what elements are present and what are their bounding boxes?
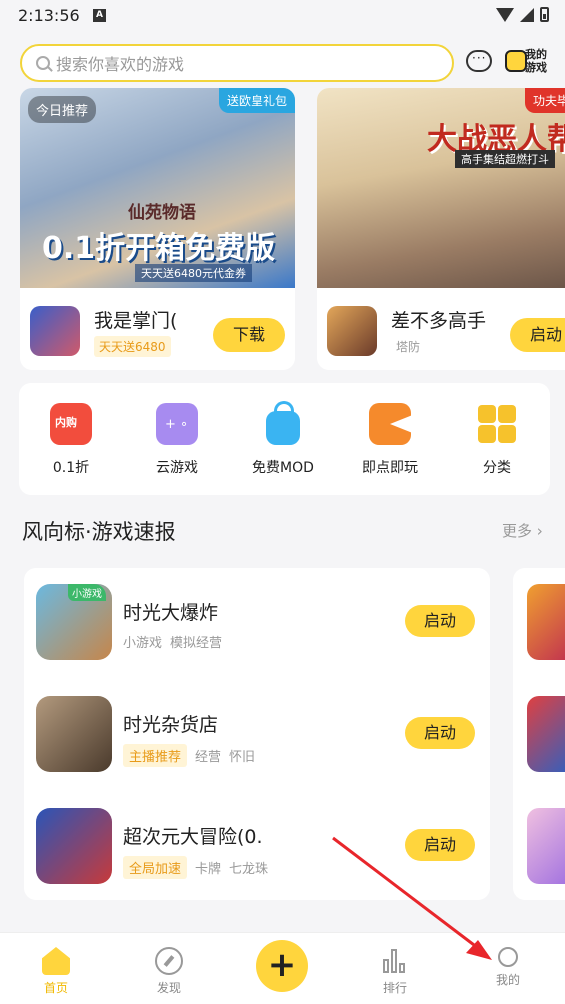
app-name: 我是掌门( — [94, 310, 178, 332]
pacman-icon — [369, 403, 411, 445]
category-label: 分类 — [483, 460, 511, 476]
launch-button[interactable]: 启动 — [510, 318, 565, 352]
game-name: 超次元大冒险(0. — [123, 826, 263, 848]
signal-icon — [520, 7, 534, 22]
profile-icon — [498, 947, 518, 967]
status-indicators — [496, 7, 549, 22]
app-tag: 天天送6480 — [94, 336, 171, 357]
featured-info: 差不多高手 塔防 启动 — [317, 298, 565, 358]
wifi-icon — [496, 7, 514, 22]
game-tags: 全局加速 卡牌 七龙珠 — [123, 856, 268, 879]
search-input[interactable]: 搜索你喜欢的游戏 — [20, 44, 454, 82]
game-icon[interactable] — [36, 808, 112, 884]
featured-banner[interactable]: 今日推荐 送欧皇礼包 仙苑物语 0.1折开箱免费版 天天送6480元代金券 — [20, 88, 295, 288]
launch-button[interactable]: 启动 — [405, 829, 475, 861]
battery-icon — [540, 7, 549, 22]
tab-home[interactable]: 首页 — [16, 947, 96, 996]
app-icon[interactable] — [30, 306, 80, 356]
gift-corner-badge: 送欧皇礼包 — [218, 88, 295, 113]
cloud-gamepad-icon — [156, 403, 198, 445]
category-grid: 内购 0.1折 云游戏 免费MOD 即点即玩 分类 — [19, 383, 550, 495]
search-placeholder: 搜索你喜欢的游戏 — [56, 55, 185, 74]
category-label: 云游戏 — [156, 460, 198, 476]
launch-button[interactable]: 启动 — [405, 605, 475, 637]
launch-button[interactable]: 启动 — [405, 717, 475, 749]
category-label: 即点即玩 — [362, 460, 418, 476]
status-bar: 2:13:56 A — [0, 0, 565, 34]
status-time: 2:13:56 — [18, 6, 80, 25]
game-name: 时光杂货店 — [123, 714, 219, 736]
app-name: 差不多高手 — [391, 310, 487, 332]
game-list-card: 小游戏 时光大爆炸 小游戏 模拟经营 启动 时光杂货店 主播推荐 经营 怀旧 启动 超… — [24, 568, 490, 900]
banner-subtitle: 天天送6480元代金券 — [135, 264, 252, 282]
my-games-label: 我的 游戏 — [525, 48, 547, 74]
list-item[interactable]: 时光杂货店 主播推荐 经营 怀旧 启动 — [24, 680, 490, 780]
search-header: 搜索你喜欢的游戏 我的游戏 — [0, 42, 565, 84]
more-link[interactable]: 更多 › — [502, 520, 543, 541]
featured-banner[interactable]: 功夫毕 大战恶人帮 高手集结超燃打斗 — [317, 88, 565, 288]
search-icon — [36, 56, 50, 70]
section-title: 风向标·游戏速报 — [22, 520, 176, 544]
featured-card[interactable]: 今日推荐 送欧皇礼包 仙苑物语 0.1折开箱免费版 天天送6480元代金券 我是… — [20, 88, 295, 370]
game-icon[interactable] — [36, 696, 112, 772]
ranking-icon — [381, 947, 409, 975]
grid-icon — [476, 403, 518, 445]
category-label: 0.1折 — [52, 460, 90, 476]
banner-title: 0.1折开箱免费版 — [42, 231, 276, 266]
compass-icon — [155, 947, 183, 975]
ticket-icon: 内购 — [50, 403, 92, 445]
tab-me[interactable]: 我的 — [468, 947, 548, 988]
category-free-mod[interactable]: 免费MOD — [233, 401, 333, 477]
app-tag: 塔防 — [396, 340, 421, 354]
message-icon[interactable] — [466, 50, 492, 72]
corner-badge: 功夫毕 — [524, 88, 565, 113]
game-tags: 主播推荐 经营 怀旧 — [123, 744, 255, 767]
lock-icon — [266, 401, 300, 445]
gamepad-icon — [505, 50, 527, 72]
notification-icon: A — [93, 9, 106, 22]
download-button[interactable]: 下载 — [213, 318, 285, 352]
my-games-button[interactable]: 我的 游戏 — [505, 46, 551, 78]
banner-logo: 仙苑物语 — [128, 203, 196, 223]
mini-game-tag: 小游戏 — [68, 584, 106, 601]
category-classify[interactable]: 分类 — [447, 403, 547, 477]
next-list-card[interactable] — [513, 568, 565, 900]
tab-discover[interactable]: 发现 — [129, 947, 209, 996]
list-item[interactable]: 超次元大冒险(0. 全局加速 卡牌 七龙珠 启动 — [24, 792, 490, 892]
today-recommend-badge: 今日推荐 — [28, 96, 97, 123]
featured-card[interactable]: 功夫毕 大战恶人帮 高手集结超燃打斗 差不多高手 塔防 启动 — [317, 88, 565, 370]
category-cloud-game[interactable]: 云游戏 — [127, 403, 227, 477]
category-discount[interactable]: 内购 0.1折 — [21, 403, 121, 477]
app-icon[interactable] — [327, 306, 377, 356]
category-label: 免费MOD — [252, 460, 314, 476]
banner-subtitle: 高手集结超燃打斗 — [455, 150, 555, 168]
add-button[interactable]: + — [256, 940, 308, 992]
featured-info: 我是掌门( 天天送6480 下载 — [20, 298, 295, 358]
category-instant-play[interactable]: 即点即玩 — [340, 403, 440, 477]
list-item[interactable]: 小游戏 时光大爆炸 小游戏 模拟经营 启动 — [24, 568, 490, 668]
tab-ranking[interactable]: 排行 — [355, 947, 435, 996]
game-tags: 小游戏 模拟经营 — [123, 636, 223, 651]
home-icon — [42, 947, 70, 975]
game-name: 时光大爆炸 — [123, 602, 219, 624]
